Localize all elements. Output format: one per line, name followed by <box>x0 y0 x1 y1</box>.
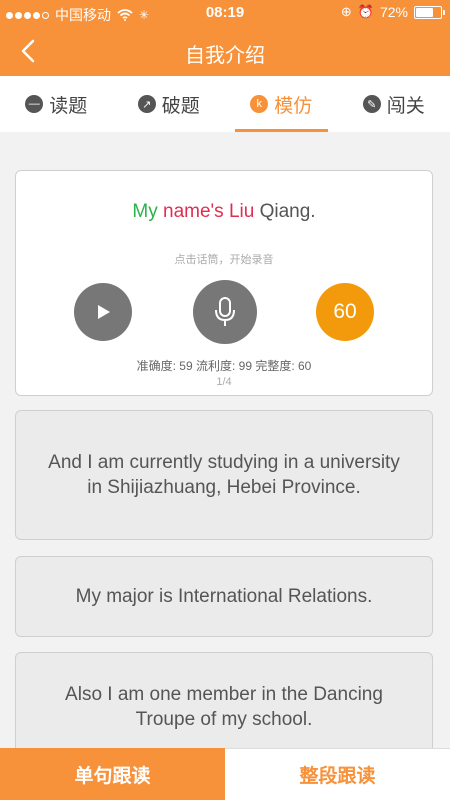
score-metrics: 准确度: 59 流利度: 99 完整度: 60 <box>136 359 312 373</box>
battery-fill <box>416 7 434 17</box>
alarm-icon: ⏰ <box>357 4 374 19</box>
microphone-icon <box>215 297 235 326</box>
tab-read[interactable]: — 读题 <box>0 76 113 132</box>
tab-label: 破题 <box>161 95 200 117</box>
tab-label: 闯关 <box>386 95 425 117</box>
status-bar: 中国移动 ✳ 08:19 ⊕ ⏰ 72% <box>0 0 450 26</box>
sentence-text: And I am currently studying in a univers… <box>48 452 400 498</box>
tab-bar: — 读题 ↗ 破题 k 模仿 ✎ 闯关 <box>0 76 450 132</box>
single-sentence-button[interactable]: 单句跟读 <box>0 748 225 800</box>
active-sentence-card: My name's Liu Qiang. 点击话筒，开始录音 60 准确度: 5… <box>15 170 433 396</box>
ks-icon: k <box>250 95 269 113</box>
whole-paragraph-button[interactable]: 整段跟读 <box>225 748 450 800</box>
tab-label: 读题 <box>49 95 88 117</box>
sentence-card[interactable]: My major is International Relations. <box>15 556 433 637</box>
arc-icon: ↗ <box>137 95 156 113</box>
sentence-word: Qiang. <box>259 201 316 222</box>
tab-challenge[interactable]: ✎ 闯关 <box>338 76 450 132</box>
microphone-button[interactable] <box>193 280 257 344</box>
page-title: 自我介绍 <box>185 45 265 67</box>
play-button[interactable] <box>74 283 132 341</box>
tab-label: 模仿 <box>274 95 313 117</box>
pencil-icon: ✎ <box>362 95 381 113</box>
sentence-word: name's <box>163 201 224 222</box>
battery-label: 72% <box>379 4 408 20</box>
page-indicator: 1/4 <box>216 376 232 388</box>
score-badge[interactable]: 60 <box>316 283 374 341</box>
sentence-word: My <box>132 201 158 222</box>
minus-icon: — <box>25 95 44 113</box>
sentence-card[interactable]: Also I am one member in the Dancing Trou… <box>15 652 433 762</box>
sentence-card[interactable]: And I am currently studying in a univers… <box>15 410 433 540</box>
nav-bar: 自我介绍 <box>0 26 450 76</box>
play-icon <box>98 305 110 319</box>
tab-analyze[interactable]: ↗ 破题 <box>113 76 226 132</box>
active-sentence: My name's Liu Qiang. <box>16 201 432 223</box>
status-right: ⊕ ⏰ 72% <box>340 4 445 20</box>
bottom-bar: 单句跟读 整段跟读 <box>0 748 450 800</box>
battery-icon <box>414 5 445 19</box>
rotation-lock-icon: ⊕ <box>340 4 352 19</box>
sentence-word: Liu <box>228 201 255 222</box>
record-hint: 点击话筒，开始录音 <box>174 254 274 266</box>
tab-imitate[interactable]: k 模仿 <box>225 76 338 132</box>
sentence-text: Also I am one member in the Dancing Trou… <box>65 684 383 730</box>
sentence-text: My major is International Relations. <box>75 586 373 607</box>
